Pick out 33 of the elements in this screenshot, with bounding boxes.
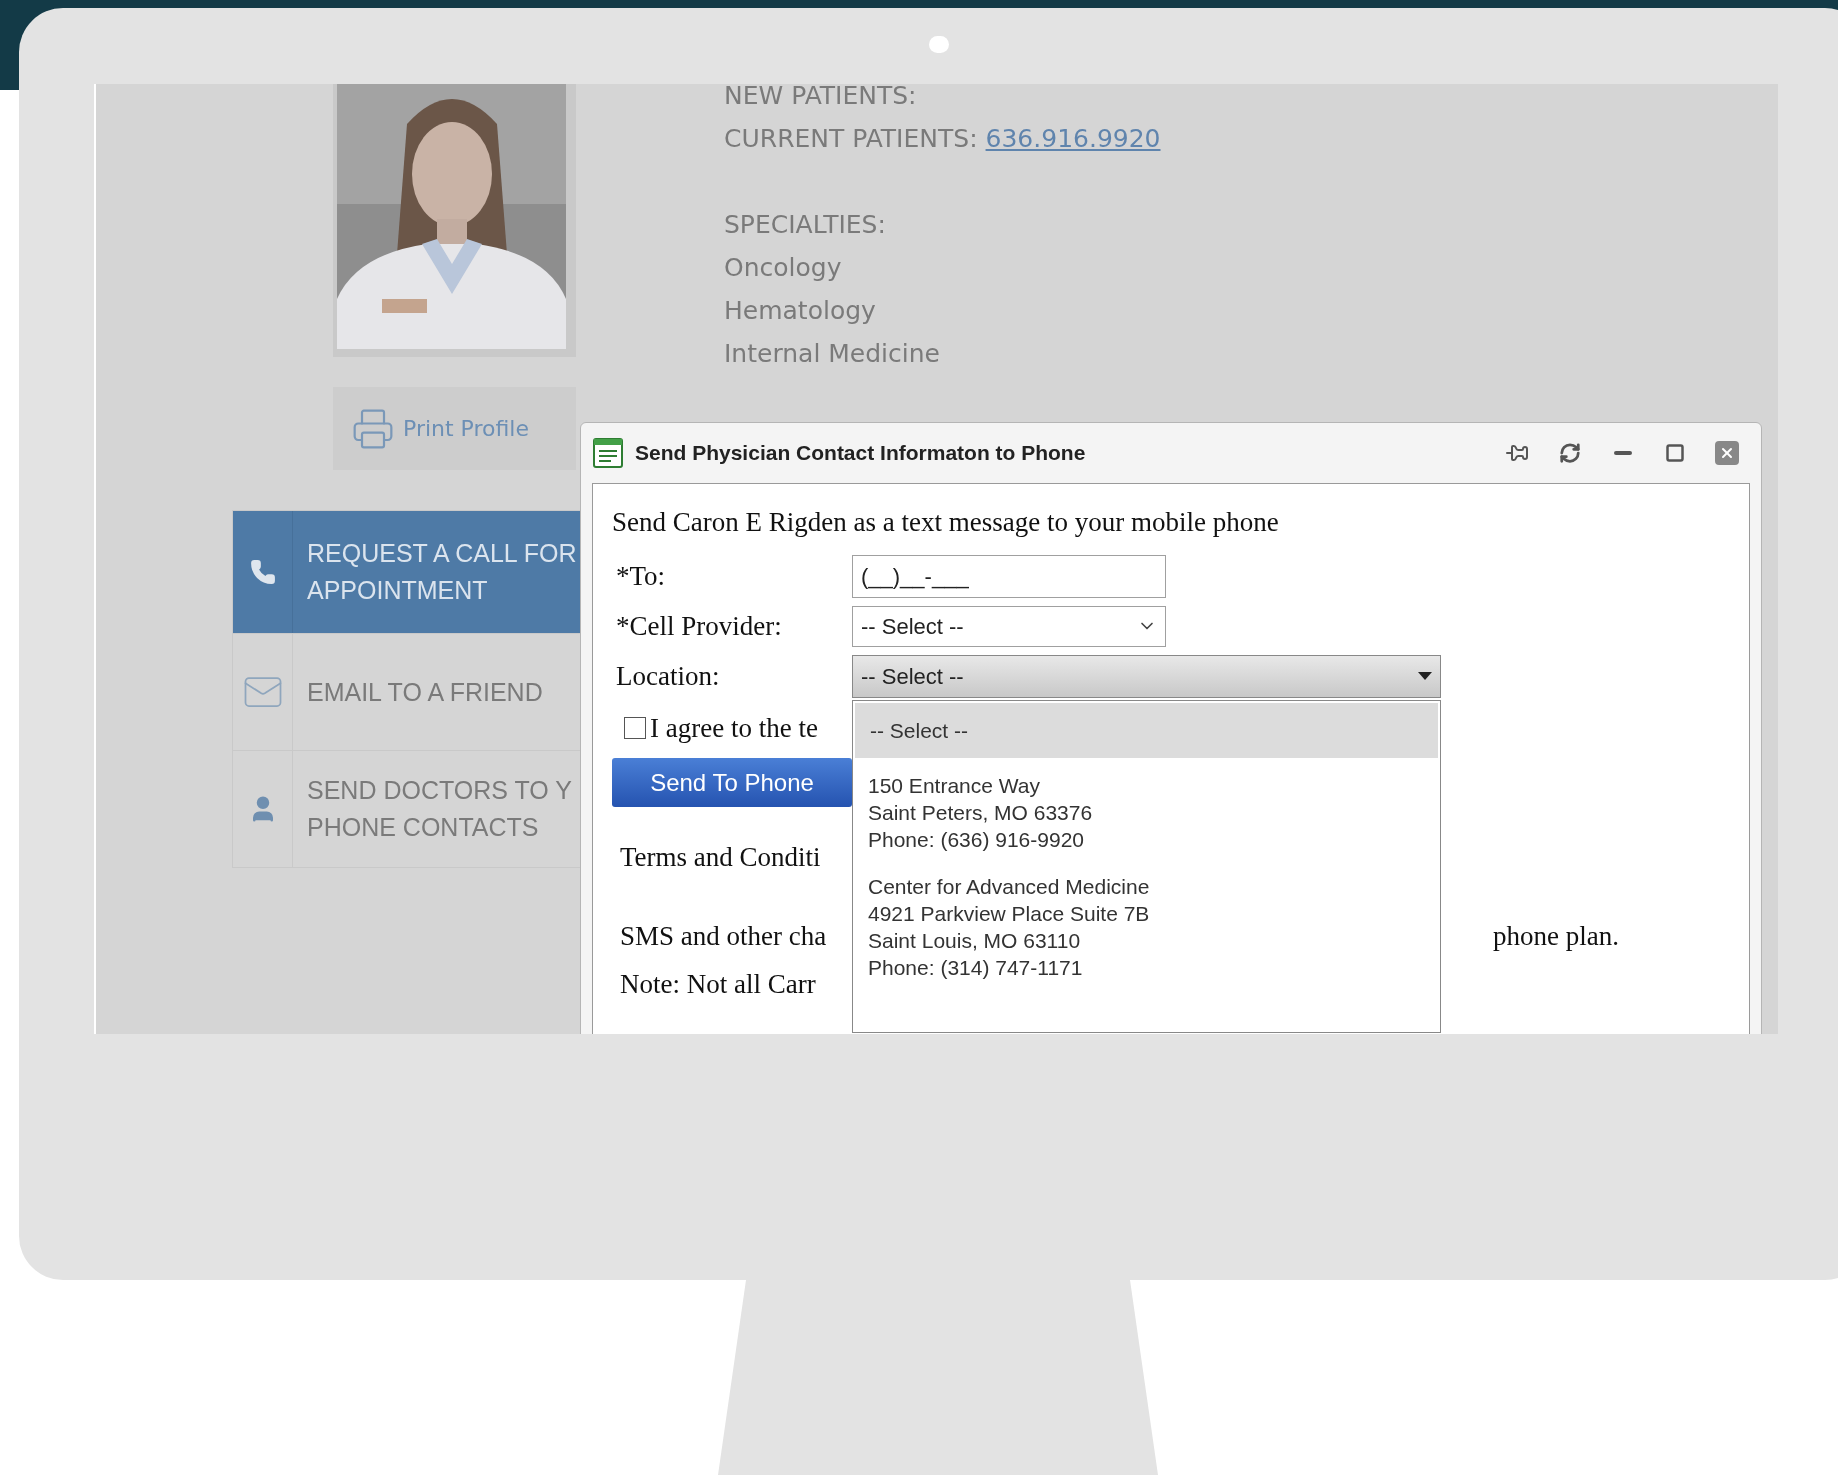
maximize-icon[interactable] (1665, 443, 1685, 463)
dropdown-arrow-icon (1418, 672, 1432, 680)
field-label: Location: (615, 659, 721, 693)
dialog-title: Send Physician Contact Informaton to Phone (635, 440, 1086, 467)
carrier-note: Note: Not all Carr (620, 968, 816, 1001)
specialties-label: SPECIALTIES: (724, 209, 887, 241)
send-to-phone-button[interactable]: Send To Phone (612, 758, 852, 807)
refresh-icon[interactable] (1559, 442, 1581, 464)
sms-notice: SMS and other cha (620, 919, 827, 953)
notepad-icon (593, 438, 623, 468)
location-option[interactable]: -- Select -- (855, 703, 1438, 758)
close-icon (1719, 445, 1735, 461)
new-patients-label: NEW PATIENTS: (724, 84, 918, 112)
sms-notice-end: phone plan. (1493, 919, 1619, 953)
sidebar-item-label: SEND DOCTORS TO Y PHONE CONTACTS (306, 775, 572, 843)
sidebar-item-label: EMAIL TO A FRIEND (306, 676, 543, 708)
field-label: *Cell Provider: (615, 609, 783, 643)
phone-icon (249, 559, 276, 585)
sidebar-item[interactable]: REQUEST A CALL FOR APPOINTMENT (233, 511, 581, 633)
current-patients-label: CURRENT PATIENTS: (724, 123, 978, 155)
specialty-text: Internal Medicine (724, 338, 941, 370)
sidebar-item-label: REQUEST A CALL FOR APPOINTMENT (306, 538, 577, 606)
dialog-heading: Send Caron E Rigden as a text message to your mobile phone (612, 506, 1279, 539)
terms-heading: Terms and Conditi (620, 841, 821, 874)
specialty-text: Hematology (724, 295, 877, 327)
phone-input[interactable]: (__)__-___ (852, 554, 1166, 598)
agree-label: I agree to the te (650, 711, 818, 745)
specialty-text: Oncology (724, 252, 843, 284)
field-label: *To: (615, 559, 667, 593)
location-select[interactable]: -- Select -- (852, 654, 1441, 698)
close-button[interactable] (1715, 441, 1739, 465)
provider-select[interactable]: -- Select -- (852, 605, 1166, 647)
agree-checkbox[interactable] (624, 716, 646, 739)
